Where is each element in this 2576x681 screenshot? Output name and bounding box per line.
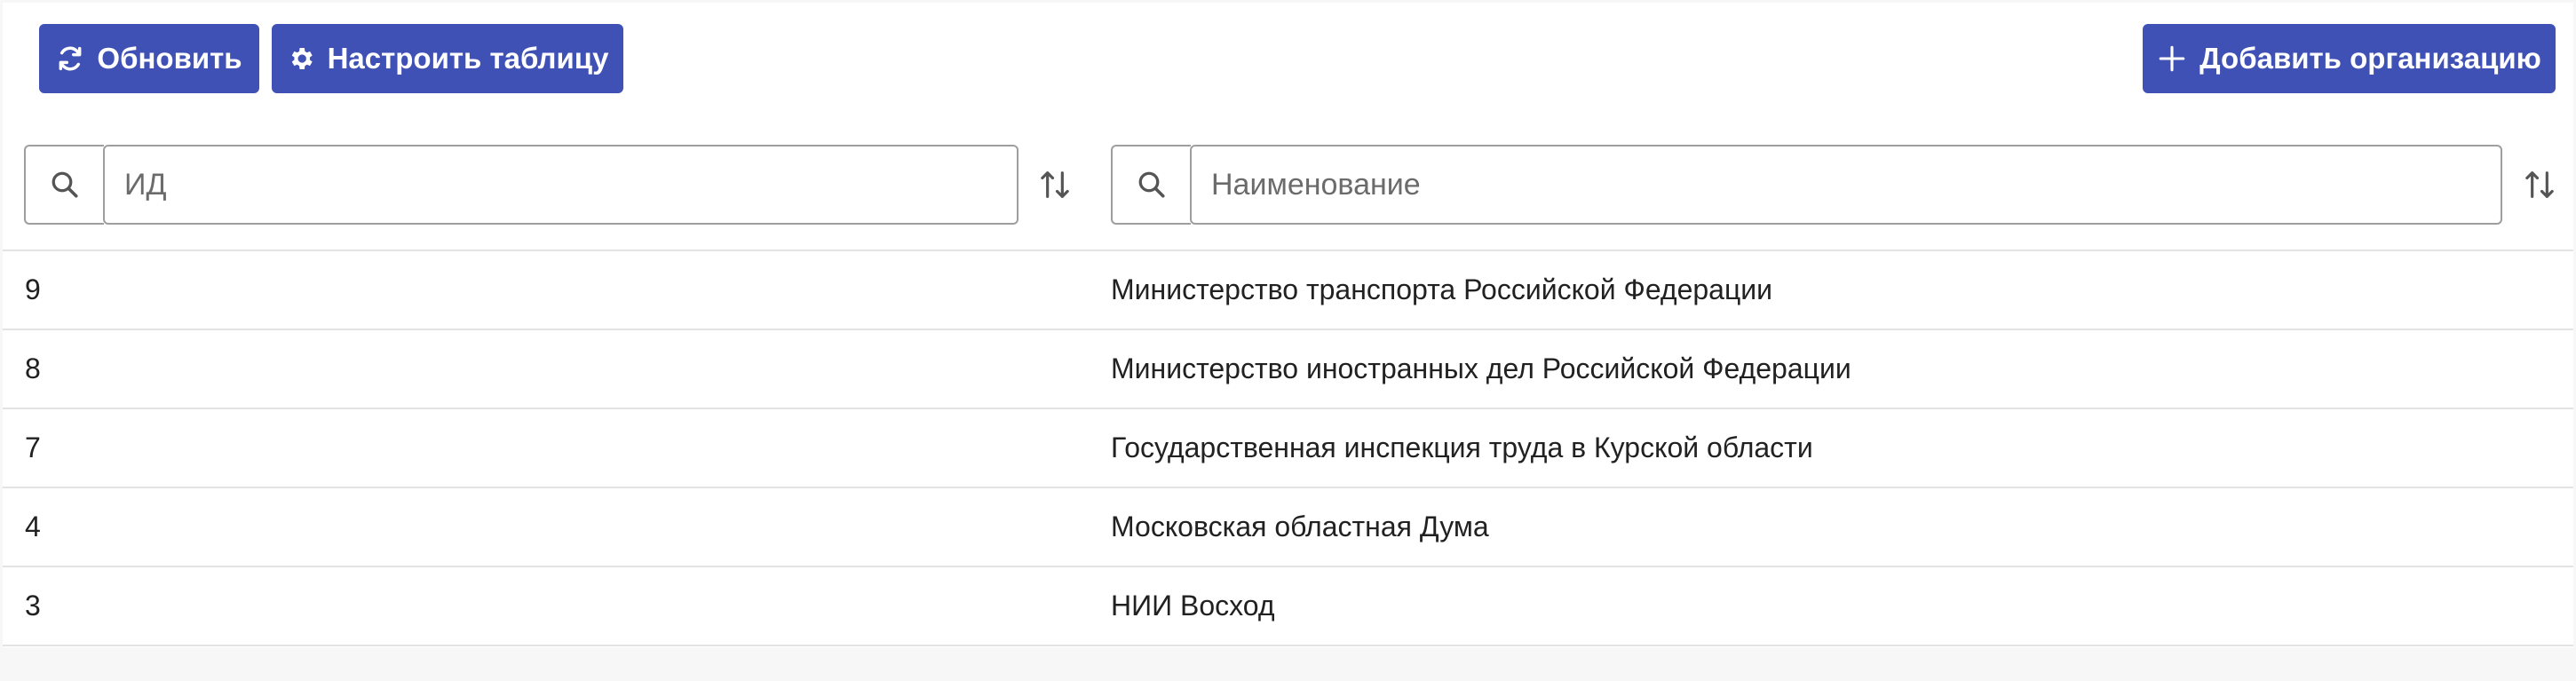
filter-row [3, 145, 2573, 251]
row-name-cell: Министерство иностранных дел Российской … [1111, 352, 1851, 384]
row-id-cell: 9 [25, 273, 41, 305]
row-id-cell: 3 [25, 590, 41, 622]
refresh-button-label: Обновить [97, 42, 242, 75]
row-name-cell: Московская областная Дума [1111, 511, 1489, 542]
table-row[interactable]: 9 Министерство транспорта Российской Фед… [3, 249, 2573, 329]
table-row[interactable]: 3 НИИ Восход [3, 566, 2573, 646]
search-id-button[interactable] [24, 145, 104, 225]
search-name-button[interactable] [1111, 145, 1191, 225]
row-id-cell: 4 [25, 511, 41, 542]
id-filter-input[interactable] [103, 145, 1019, 225]
table-row[interactable]: 4 Московская областная Дума [3, 487, 2573, 566]
row-name-cell: Министерство транспорта Российской Федер… [1111, 273, 1773, 305]
table-row[interactable]: 7 Государственная инспекция труда в Курс… [3, 408, 2573, 487]
organizations-table: 9 Министерство транспорта Российской Фед… [3, 249, 2573, 646]
add-organization-button[interactable]: Добавить организацию [2143, 24, 2556, 93]
configure-table-label: Настроить таблицу [327, 42, 609, 75]
table-row[interactable]: 8 Министерство иностранных дел Российско… [3, 329, 2573, 408]
row-name-cell: НИИ Восход [1111, 590, 1275, 622]
row-id-cell: 7 [25, 432, 41, 463]
plus-icon [2159, 45, 2185, 72]
organizations-panel: Обновить Настроить таблицу Добавить орга… [3, 3, 2573, 647]
name-filter-input[interactable] [1190, 145, 2502, 225]
search-icon [52, 171, 78, 198]
refresh-button[interactable]: Обновить [39, 24, 259, 93]
refresh-icon [59, 46, 82, 71]
row-id-cell: 8 [25, 352, 41, 384]
add-organization-label: Добавить организацию [2200, 42, 2541, 75]
search-icon [1138, 171, 1165, 198]
row-name-cell: Государственная инспекция труда в Курско… [1111, 432, 1813, 463]
gear-icon [291, 48, 313, 69]
sort-id-icon[interactable] [1033, 161, 1077, 209]
configure-table-button[interactable]: Настроить таблицу [272, 24, 623, 93]
sort-name-icon[interactable] [2517, 161, 2562, 209]
toolbar: Обновить Настроить таблицу Добавить орга… [3, 3, 2573, 109]
